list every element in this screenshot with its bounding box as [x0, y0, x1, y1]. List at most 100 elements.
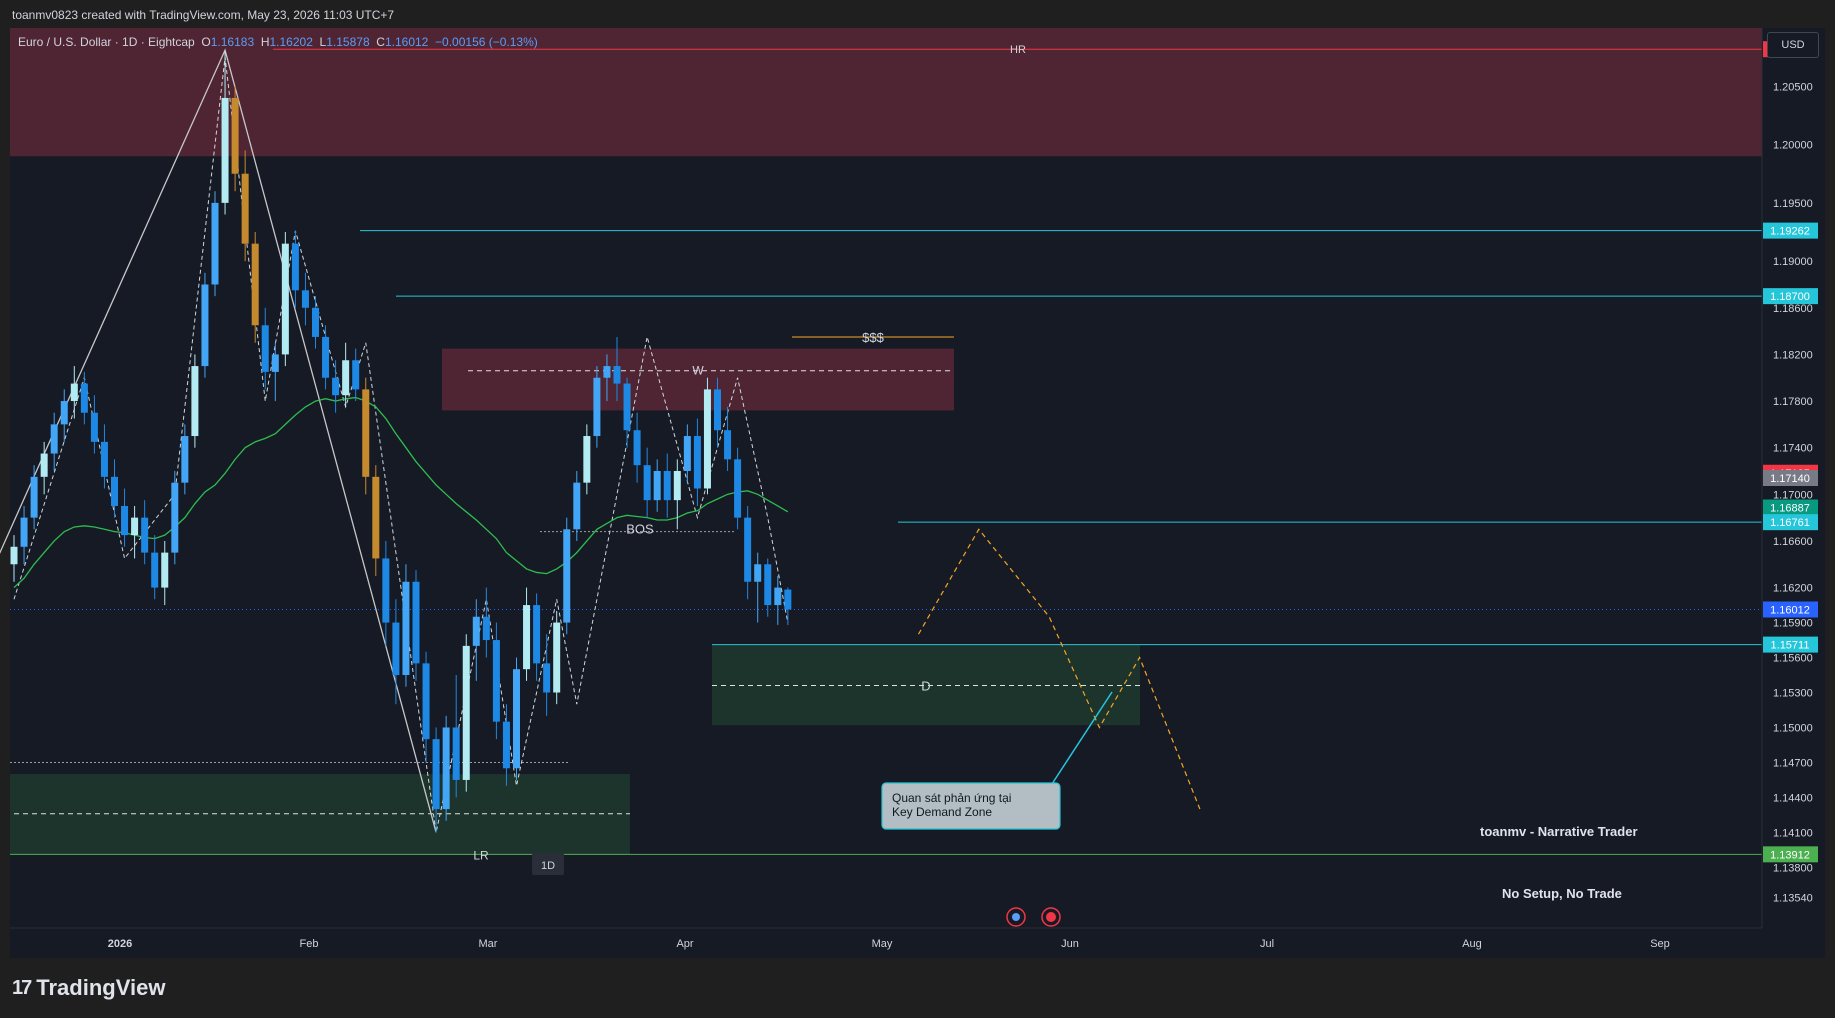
candle	[131, 505, 139, 559]
candle-body	[392, 622, 400, 676]
candle	[362, 377, 370, 495]
candle-body	[764, 564, 772, 606]
candle	[764, 558, 772, 617]
candle	[643, 447, 651, 518]
candle-body	[452, 727, 460, 780]
x-tick-label: Feb	[300, 938, 319, 950]
candle-body	[221, 97, 229, 203]
candle-body	[693, 436, 701, 489]
candle	[693, 418, 701, 506]
tradingview-logo[interactable]: 17 TradingView	[12, 975, 165, 1001]
candle-body	[191, 366, 199, 437]
price-label-badge: 1.15711	[1763, 636, 1818, 653]
candle	[301, 272, 309, 326]
candle-body	[703, 389, 711, 489]
candlestick-chart[interactable]: HR W $$$ BOS D LR 1D Quan sát phản ứng tạiKey D…	[0, 0, 1835, 960]
candle-body	[322, 336, 330, 378]
candle-body	[40, 453, 48, 477]
candle-body	[271, 354, 279, 372]
candle-body	[382, 558, 390, 623]
price-label-text: 1.16012	[1770, 605, 1810, 617]
candle	[281, 232, 289, 367]
candle-body	[412, 581, 420, 664]
candle	[111, 459, 118, 518]
candle	[462, 634, 470, 792]
y-tick-label: 1.13540	[1773, 893, 1813, 905]
candle-body	[241, 173, 249, 244]
candle-body	[663, 471, 671, 501]
us-flag-icon	[1046, 912, 1056, 922]
candle	[784, 587, 792, 626]
x-tick-label: Aug	[1462, 938, 1482, 950]
candle-body	[201, 284, 209, 367]
candle	[593, 366, 601, 448]
x-tick-label: Apr	[676, 938, 693, 950]
candle	[211, 191, 219, 297]
candle-body	[141, 517, 149, 553]
candle	[472, 599, 480, 681]
candle-body	[121, 505, 129, 536]
price-label-text: 1.16761	[1770, 517, 1810, 529]
candle-body	[643, 465, 651, 501]
candle-body	[372, 476, 380, 559]
y-tick-label: 1.15600	[1773, 653, 1813, 665]
candle	[583, 424, 591, 495]
candle-body	[784, 589, 792, 610]
candle	[543, 634, 551, 716]
candle	[452, 675, 460, 798]
y-tick-label: 1.14400	[1773, 792, 1813, 804]
candle-body	[744, 517, 752, 582]
y-tick-label: 1.17400	[1773, 443, 1813, 455]
tradingview-logo-text: TradingView	[36, 975, 166, 1000]
candle-body	[653, 471, 661, 501]
candle	[402, 564, 410, 687]
candle	[442, 715, 450, 821]
candle	[60, 389, 68, 442]
price-label-badge: 1.16887	[1763, 499, 1818, 516]
y-tick-label: 1.14700	[1773, 757, 1813, 769]
candle-body	[613, 366, 621, 384]
candle	[563, 517, 571, 635]
candle-body	[724, 430, 732, 460]
demand-zone	[10, 774, 630, 855]
price-label-badge: 1.13912	[1763, 846, 1818, 863]
candle	[744, 505, 752, 600]
candle	[10, 535, 18, 582]
euro-flag-icon	[1012, 913, 1020, 921]
candle-body	[553, 622, 561, 693]
zigzag-line	[13, 57, 789, 833]
candle-body	[714, 389, 721, 431]
y-tick-label: 1.16600	[1773, 536, 1813, 548]
candle	[151, 535, 159, 600]
bos-label: BOS	[626, 522, 654, 537]
y-tick-label: 1.18200	[1773, 349, 1813, 361]
price-label-text: 1.18700	[1770, 291, 1810, 303]
price-label-badge: 1.17140	[1763, 470, 1818, 486]
candle	[703, 377, 711, 495]
candle-body	[734, 459, 742, 518]
symbol-name[interactable]: Euro / U.S. Dollar · 1D · Eightcap	[18, 35, 195, 49]
callout-text-line-1: Quan sát phản ứng tại	[892, 791, 1011, 805]
candle-body	[352, 360, 360, 390]
candle-body	[30, 476, 38, 518]
candle-body	[533, 605, 541, 664]
candle-body	[492, 640, 500, 722]
x-tick-label: Mar	[479, 938, 498, 950]
candle-body	[513, 669, 520, 769]
candle	[201, 272, 209, 378]
candle-body	[80, 383, 88, 413]
candle-body	[301, 290, 309, 308]
candle	[181, 424, 189, 495]
open-value: 1.16183	[210, 35, 255, 49]
currency-button[interactable]: USD	[1767, 32, 1819, 58]
x-tick-label: Sep	[1650, 938, 1670, 950]
candle	[191, 354, 199, 448]
x-tick-label: May	[872, 938, 893, 950]
supply-zone	[442, 348, 954, 411]
author-label: toanmv - Narrative Trader	[1480, 824, 1638, 839]
d-label: D	[921, 679, 930, 694]
candle-body	[131, 517, 139, 536]
candle	[80, 371, 88, 425]
candle	[553, 610, 561, 705]
candle-body	[251, 243, 259, 326]
